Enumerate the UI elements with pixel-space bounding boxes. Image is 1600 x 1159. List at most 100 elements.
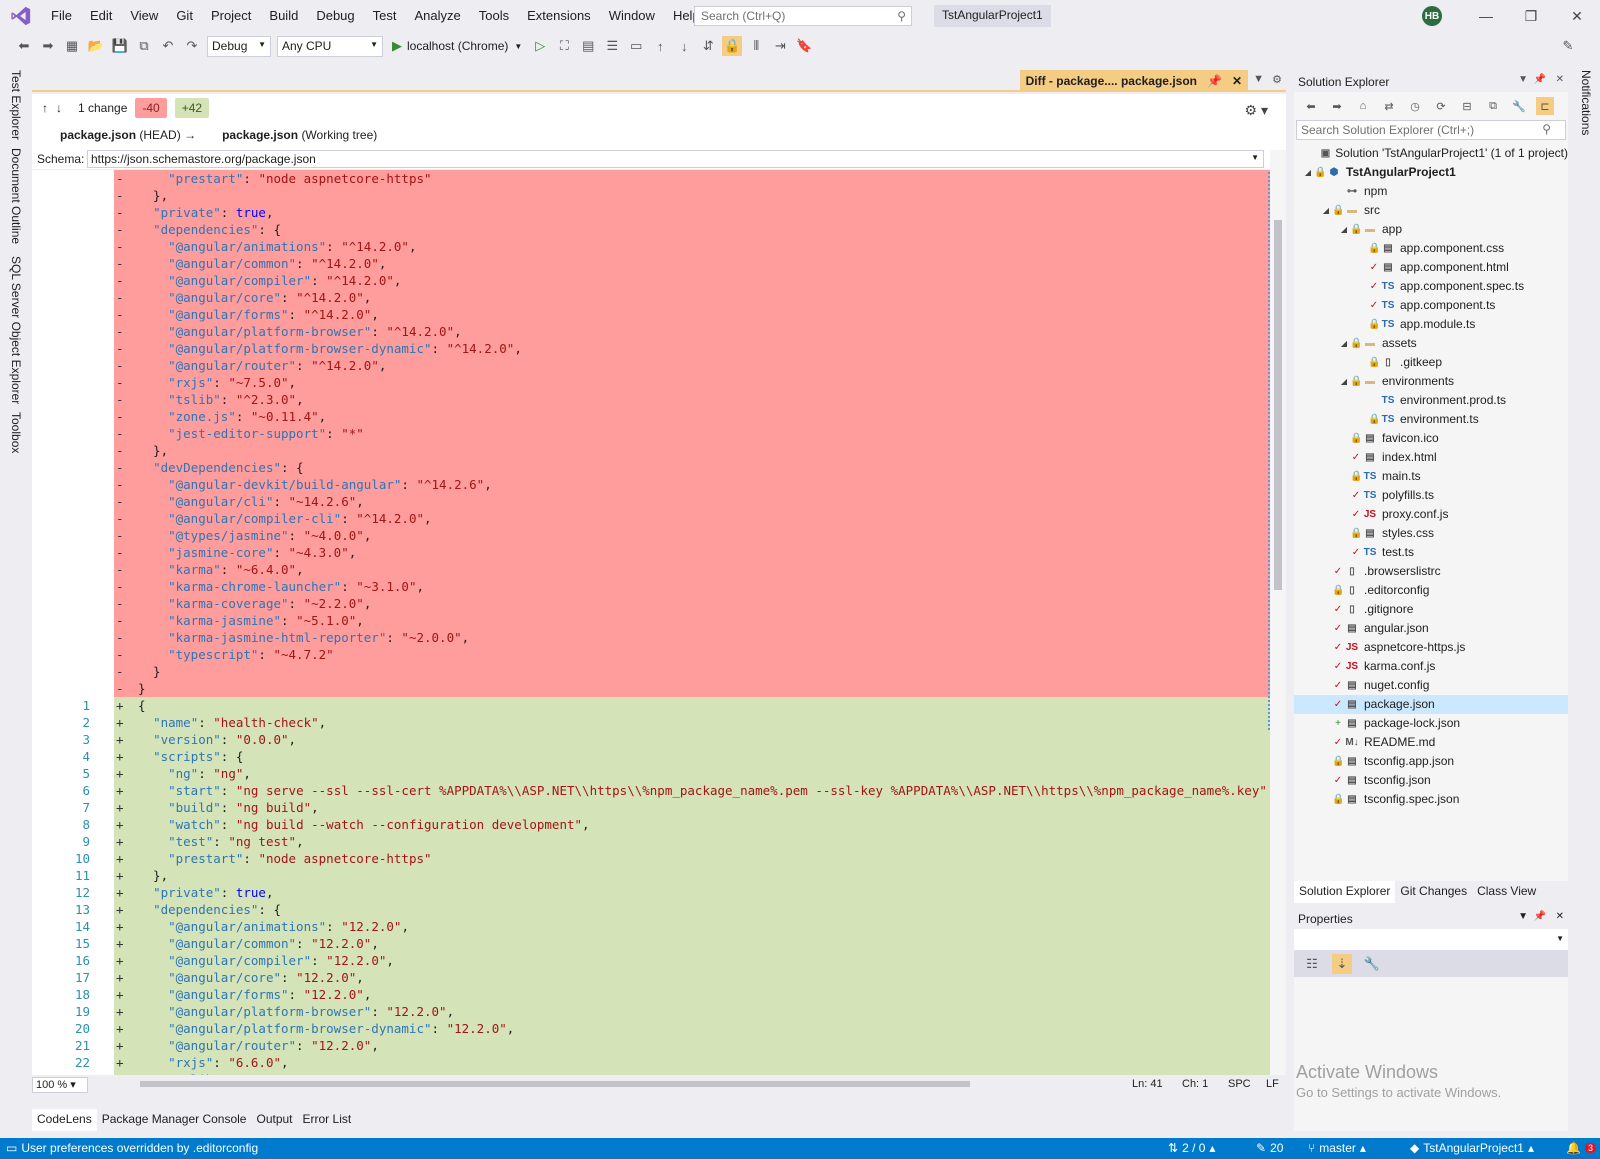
back-icon[interactable]: ⬅ <box>14 36 34 56</box>
properties-object-dropdown[interactable]: ▼ <box>1294 929 1568 951</box>
menu-extensions[interactable]: Extensions <box>518 0 600 31</box>
menu-git[interactable]: Git <box>167 0 202 31</box>
tree-item[interactable]: ✓ ▤ package.json <box>1294 695 1568 714</box>
tree-item[interactable]: ✓ TS app.component.ts <box>1294 296 1568 315</box>
tree-item[interactable]: ◢ 🔒 ⬢ TstAngularProject1 <box>1294 163 1568 182</box>
collapse-all-icon[interactable]: ⊟ <box>1458 97 1476 115</box>
editor-horizontal-scrollbar[interactable] <box>110 1079 1110 1089</box>
tree-item[interactable]: 🔒 ▤ tsconfig.spec.json <box>1294 790 1568 809</box>
scrollbar-thumb[interactable] <box>140 1081 970 1087</box>
platform-dropdown[interactable]: Any CPU ▼ <box>277 35 383 57</box>
scrollbar-thumb[interactable] <box>1274 220 1282 590</box>
output-window-icon[interactable]: ▭ <box>6 1141 17 1155</box>
open-icon[interactable]: 📂 <box>86 36 106 56</box>
tree-item[interactable]: ✓ TS polyfills.ts <box>1294 486 1568 505</box>
menu-analyze[interactable]: Analyze <box>405 0 469 31</box>
tab-codelens[interactable]: CodeLens <box>32 1109 97 1131</box>
tree-item[interactable]: ✓ TS test.ts <box>1294 543 1568 562</box>
menu-project[interactable]: Project <box>202 0 260 31</box>
menu-build[interactable]: Build <box>260 0 307 31</box>
diff-editor[interactable]: 1234567891011121314151617181920212223 - … <box>32 170 1270 1075</box>
tab-package-manager-console[interactable]: Package Manager Console <box>97 1109 252 1131</box>
expand-arrow-icon[interactable]: ◢ <box>1302 163 1314 182</box>
close-icon[interactable]: ✕ <box>1567 6 1587 26</box>
menu-debug[interactable]: Debug <box>307 0 363 31</box>
commits-indicator[interactable]: ⇅ 2 / 0 ▴ <box>1168 1141 1215 1155</box>
expand-arrow-icon[interactable]: ◢ <box>1320 201 1332 220</box>
tab-output[interactable]: Output <box>251 1109 297 1131</box>
close-icon[interactable]: ✕ <box>1556 74 1564 85</box>
tree-item[interactable]: ▣ Solution 'TstAngularProject1' (1 of 1 p… <box>1294 144 1568 163</box>
tree-item[interactable]: 🔒 ▤ app.component.css <box>1294 239 1568 258</box>
search-input[interactable]: Search (Ctrl+Q) ⚲ <box>694 6 912 26</box>
tree-item[interactable]: TS environment.prod.ts <box>1294 391 1568 410</box>
lock-icon[interactable]: 🔒 <box>722 36 743 56</box>
indent-indicator[interactable]: SPC <box>1228 1078 1251 1090</box>
categorized-icon[interactable]: ☷ <box>1302 954 1322 974</box>
tab-diff-package-json[interactable]: Diff - package.... package.json 📌 ✕ <box>1019 70 1248 92</box>
close-icon[interactable]: ✕ <box>1556 911 1564 922</box>
gear-icon[interactable]: ⚙ <box>1272 73 1282 86</box>
line-ending-indicator[interactable]: LF <box>1266 1078 1279 1090</box>
pin-icon[interactable]: 📌 <box>1534 74 1546 85</box>
sync-icon[interactable]: ⇵ <box>698 36 718 56</box>
tab-notifications[interactable]: Notifications <box>1579 70 1593 135</box>
solution-search-input[interactable]: Search Solution Explorer (Ctrl+;) ⚲ <box>1296 120 1566 140</box>
branch-indicator[interactable]: ⑂ master ▴ <box>1308 1141 1366 1155</box>
down-arrow-icon[interactable]: ↓ <box>674 36 694 56</box>
tree-item[interactable]: 🔒 TS environment.ts <box>1294 410 1568 429</box>
tree-item[interactable]: ✓ JS karma.conf.js <box>1294 657 1568 676</box>
expand-arrow-icon[interactable]: ◢ <box>1338 334 1350 353</box>
code-area[interactable]: - "prestart": "node aspnetcore-https" - }… <box>114 170 1270 1075</box>
schema-dropdown[interactable]: https://json.schemastore.org/package.jso… <box>87 150 1264 168</box>
align-icon[interactable]: ⫴ <box>746 36 766 56</box>
tree-item[interactable]: + ▤ package-lock.json <box>1294 714 1568 733</box>
tree-item[interactable]: 🔒 ▯ .gitkeep <box>1294 353 1568 372</box>
tab-git-changes[interactable]: Git Changes <box>1395 881 1472 903</box>
tab-solution-explorer[interactable]: Solution Explorer <box>1294 881 1396 903</box>
minimize-icon[interactable]: — <box>1476 6 1496 26</box>
zoom-dropdown[interactable]: 100 % ▾ <box>32 1076 88 1093</box>
alphabetical-icon[interactable]: ⇣ <box>1332 954 1352 974</box>
redo-icon[interactable]: ↷ <box>182 36 202 56</box>
menu-view[interactable]: View <box>121 0 167 31</box>
tab-toolbox[interactable]: Toolbox <box>9 412 23 453</box>
configuration-dropdown[interactable]: Debug ▼ <box>207 35 271 57</box>
properties-wrench-icon[interactable]: 🔧 <box>1510 97 1528 115</box>
tree-item[interactable]: ✓ JS aspnetcore-https.js <box>1294 638 1568 657</box>
bookmark-icon[interactable]: 🔖 <box>794 36 814 56</box>
tree-item[interactable]: ✓ ▤ app.component.html <box>1294 258 1568 277</box>
start-without-debugging-icon[interactable]: ▷ <box>530 36 550 56</box>
previous-change-icon[interactable]: ↑ <box>42 101 48 115</box>
tree-item[interactable]: ✓ TS app.component.spec.ts <box>1294 277 1568 296</box>
repository-indicator[interactable]: ◆ TstAngularProject1 ▴ <box>1410 1141 1534 1155</box>
expand-arrow-icon[interactable]: ◢ <box>1338 372 1350 391</box>
tab-error-list[interactable]: Error List <box>298 1109 357 1131</box>
sync-icon[interactable]: ⟳ <box>1432 97 1450 115</box>
tree-item[interactable]: ✓ ▤ nuget.config <box>1294 676 1568 695</box>
tree-item[interactable]: ✓ ▤ angular.json <box>1294 619 1568 638</box>
save-icon[interactable]: 💾 <box>110 36 130 56</box>
tab-test-explorer[interactable]: Test Explorer <box>9 70 23 140</box>
preview-icon[interactable]: ⊏ <box>1536 97 1554 115</box>
back-icon[interactable]: ⬅ <box>1302 97 1320 115</box>
chevron-down-icon[interactable]: ▼ <box>1518 911 1528 922</box>
forward-icon[interactable]: ➡ <box>1328 97 1346 115</box>
next-change-icon[interactable]: ↓ <box>56 101 62 115</box>
gear-icon[interactable]: ⚙ ▾ <box>1245 102 1268 119</box>
indent-icon[interactable]: ⇥ <box>770 36 790 56</box>
tree-item[interactable]: ✓ JS proxy.conf.js <box>1294 505 1568 524</box>
undo-icon[interactable]: ↶ <box>158 36 178 56</box>
list-icon[interactable]: ☰ <box>602 36 622 56</box>
comment-icon[interactable]: ▭ <box>626 36 646 56</box>
new-project-icon[interactable]: ▦ <box>62 36 82 56</box>
tree-item[interactable]: ◢ 🔒 ▬ src <box>1294 201 1568 220</box>
layout-icon[interactable]: ▤ <box>578 36 598 56</box>
chevron-down-icon[interactable]: ▼ <box>1253 73 1264 85</box>
tree-item[interactable]: ◢ 🔒 ▬ app <box>1294 220 1568 239</box>
browser-link-icon[interactable]: ⛶ <box>554 36 574 56</box>
close-icon[interactable]: ✕ <box>1232 74 1242 88</box>
tab-sql-server-object-explorer[interactable]: SQL Server Object Explorer <box>9 256 23 404</box>
show-all-files-icon[interactable]: ⧉ <box>1484 97 1502 115</box>
forward-icon[interactable]: ➡ <box>38 36 58 56</box>
